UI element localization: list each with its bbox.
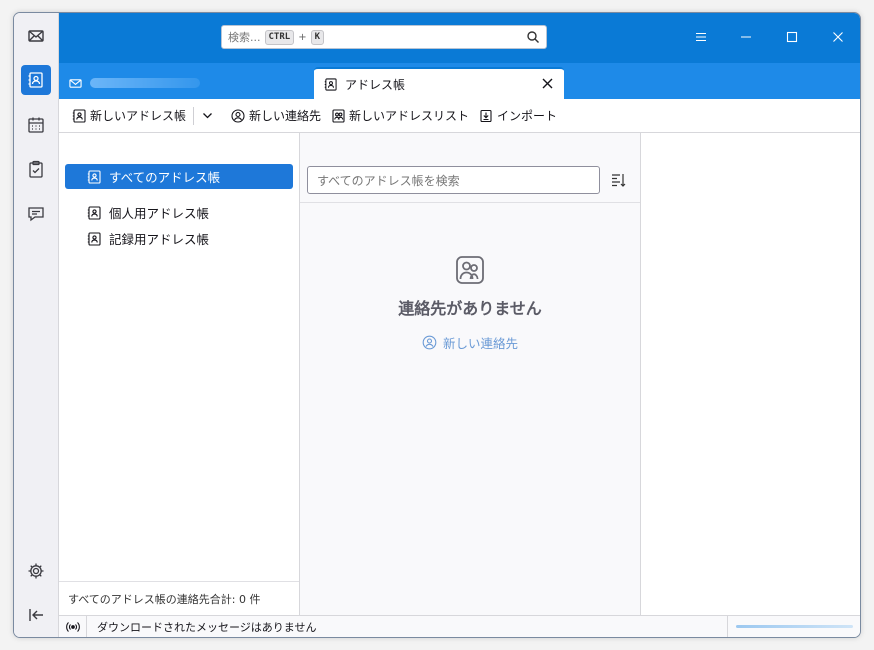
mail-tab-title-blurred: [90, 78, 200, 88]
addressbook-icon: [324, 78, 337, 91]
new-contact-label: 新しい連絡先: [249, 109, 322, 123]
contact-detail-pane: [641, 133, 860, 615]
maximize-icon: [786, 31, 798, 43]
cards-pane: すべてのアドレス帳を検索 連絡先がありません 新しい連絡先: [300, 133, 641, 615]
new-list-button[interactable]: 新しいアドレスリスト: [326, 104, 474, 128]
chevron-down-icon: [202, 113, 212, 119]
gear-icon: [28, 563, 44, 579]
progress-bar: [736, 625, 853, 628]
addressbook-search-placeholder: すべてのアドレス帳を検索: [317, 173, 460, 188]
status-progress: [727, 616, 860, 637]
new-contact-icon: [231, 108, 245, 123]
book-item-label: 記録用アドレス帳: [109, 232, 210, 247]
new-addressbook-icon: [72, 108, 86, 123]
new-contact-icon: [422, 335, 437, 350]
maximize-button[interactable]: [781, 26, 803, 48]
new-contact-button[interactable]: 新しい連絡先: [226, 104, 326, 128]
contacts-count: すべてのアドレス帳の連絡先合計: 0 件: [59, 581, 299, 615]
calendar-icon: [28, 117, 44, 133]
minimize-icon: [741, 36, 751, 38]
hamburger-menu-icon: [696, 32, 706, 42]
minimize-button[interactable]: [735, 26, 757, 48]
shortcut-key-k: K: [310, 29, 324, 45]
list-options-icon[interactable]: [610, 172, 626, 188]
tab-mail[interactable]: [69, 71, 219, 95]
book-item-collected[interactable]: 記録用アドレス帳: [65, 226, 293, 251]
empty-new-contact-label: 新しい連絡先: [442, 336, 518, 351]
book-item-label: すべてのアドレス帳: [109, 170, 221, 185]
global-search-input[interactable]: 検索... CTRL + K: [221, 25, 547, 49]
tab-strip: アドレス帳: [59, 63, 860, 100]
addressbook-space-button[interactable]: [21, 65, 51, 95]
import-label: インポート: [497, 109, 558, 123]
mail-space-button[interactable]: [21, 21, 51, 51]
close-window-button[interactable]: [827, 26, 849, 48]
new-addressbook-button[interactable]: 新しいアドレス帳: [67, 104, 191, 128]
tasks-icon: [29, 160, 43, 178]
addressbook-toolbar: 新しいアドレス帳 新しい連絡先 新しいアドレスリスト インポート: [59, 99, 860, 133]
empty-contacts-icon: [456, 256, 484, 284]
book-item-personal[interactable]: 個人用アドレス帳: [65, 200, 293, 225]
collapse-left-icon: [29, 609, 43, 621]
addressbook-icon: [87, 231, 101, 246]
new-addressbook-label: 新しいアドレス帳: [90, 109, 187, 123]
chat-space-button[interactable]: [21, 199, 51, 229]
search-placeholder: 検索...: [228, 31, 261, 44]
import-button[interactable]: インポート: [474, 104, 562, 128]
online-status-button[interactable]: [59, 615, 87, 637]
search-icon[interactable]: [526, 30, 540, 44]
shortcut-plus: +: [298, 31, 307, 43]
settings-button[interactable]: [21, 556, 51, 586]
status-bar: ダウンロードされたメッセージはありません: [59, 615, 860, 637]
thunderbird-window: 検索... CTRL + K アドレス帳 新しいアドレス帳 新しい連絡先 新しい…: [13, 12, 861, 638]
online-broadcast-icon: [65, 621, 80, 632]
tasks-space-button[interactable]: [21, 154, 51, 184]
new-addressbook-dropdown[interactable]: [196, 104, 218, 128]
addressbook-icon: [28, 72, 43, 88]
spaces-toolbar: [14, 13, 59, 637]
book-item-all[interactable]: すべてのアドレス帳: [65, 164, 293, 189]
cards-header: すべてのアドレス帳を検索: [300, 133, 640, 203]
tab-title: アドレス帳: [345, 78, 406, 92]
new-list-icon: [332, 108, 345, 123]
empty-state-text: 連絡先がありません: [398, 299, 542, 318]
mail-icon: [28, 30, 44, 42]
status-text: ダウンロードされたメッセージはありません: [97, 620, 317, 634]
book-item-label: 個人用アドレス帳: [109, 206, 210, 221]
addressbook-icon: [87, 205, 101, 220]
chat-icon: [28, 207, 44, 222]
close-icon: [833, 32, 843, 42]
empty-new-contact-link[interactable]: 新しい連絡先: [300, 333, 640, 352]
addressbooks-pane: すべてのアドレス帳 個人用アドレス帳 記録用アドレス帳 すべてのアドレス帳の連絡…: [59, 133, 300, 615]
new-list-label: 新しいアドレスリスト: [349, 109, 470, 123]
tab-addressbook[interactable]: アドレス帳: [314, 67, 564, 100]
title-bar: 検索... CTRL + K: [59, 13, 860, 63]
app-menu-button[interactable]: [690, 26, 712, 48]
mail-icon: [69, 78, 82, 88]
shortcut-key-ctrl: CTRL: [264, 29, 295, 45]
collapse-spaces-button[interactable]: [21, 600, 51, 630]
calendar-space-button[interactable]: [21, 110, 51, 140]
addressbook-search-input[interactable]: すべてのアドレス帳を検索: [307, 166, 600, 194]
import-icon: [480, 109, 492, 122]
close-tab-icon[interactable]: [541, 77, 554, 90]
addressbook-icon: [87, 169, 101, 184]
toolbar-separator: [193, 106, 195, 125]
